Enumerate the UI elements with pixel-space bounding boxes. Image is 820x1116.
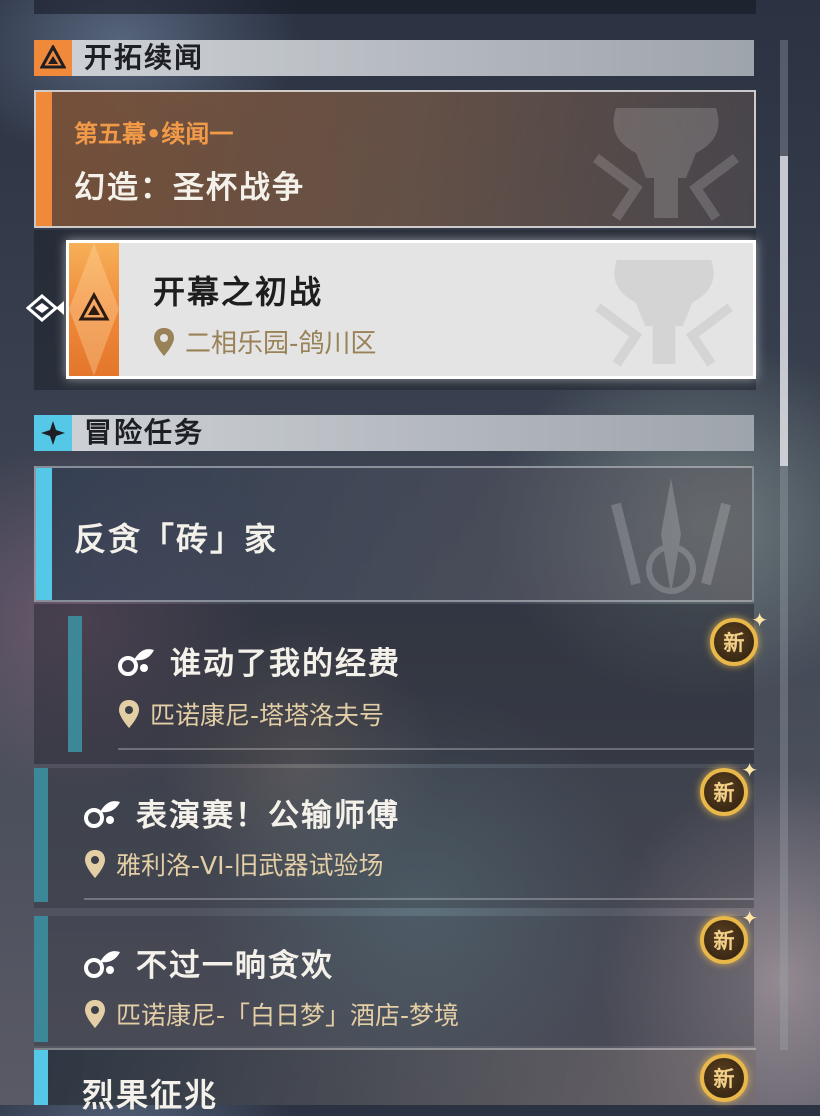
row-divider	[84, 898, 754, 900]
sword-emblem-icon	[611, 478, 731, 594]
chapter-label: 第五幕•续闻一	[74, 120, 234, 148]
trailblaze-triangle-icon	[34, 40, 72, 76]
trailblaze-mission-card[interactable]: 第五幕•续闻一 幻造：圣杯战争	[34, 90, 756, 228]
new-badge: 新 ✦	[700, 758, 758, 816]
selected-quest-card[interactable]: 开幕之初战 二相乐园-鸽川区	[66, 240, 756, 379]
quest-location: 雅利洛-VI-旧武器试验场	[84, 846, 384, 882]
sparkle-icon: ✦	[751, 608, 768, 632]
card-accent-bar	[36, 468, 52, 600]
sparkle-icon: ✦	[741, 906, 758, 930]
quest-name: 谁动了我的经费	[170, 646, 401, 682]
quest-row[interactable]: 谁动了我的经费 匹诺康尼-塔塔洛夫号 新 ✦	[34, 604, 768, 764]
quest-location: 匹诺康尼-塔塔洛夫号	[118, 696, 384, 732]
card-accent-bar	[36, 92, 52, 226]
new-badge: 新 ✦	[710, 608, 768, 666]
location-text: 二相乐园-鸽川区	[185, 329, 377, 359]
location-pin-icon	[85, 1000, 105, 1028]
quest-name: 不过一晌贪欢	[136, 948, 334, 984]
new-badge: 新 ✦	[700, 906, 758, 964]
grail-emblem-icon	[595, 260, 733, 367]
quest-accent-bar	[34, 916, 48, 1042]
adventure-star-icon	[34, 415, 72, 451]
adventure-quest-icon	[84, 800, 120, 828]
quest-location: 匹诺康尼-「白日梦」酒店-梦境	[84, 996, 459, 1032]
location-pin-icon	[154, 327, 174, 356]
mission-name: 烈果征兆	[82, 1076, 219, 1114]
section-title: 开拓续闻	[84, 41, 205, 74]
quest-accent-bar	[34, 768, 48, 902]
new-badge: 新	[700, 1054, 748, 1102]
quest-title: 表演赛！公输师傅	[84, 790, 400, 835]
mission-name: 反贪「砖」家	[74, 520, 279, 558]
scrollbar-thumb[interactable]	[780, 156, 788, 466]
section-title: 冒险任务	[84, 416, 205, 449]
adventure-mission-card[interactable]: 反贪「砖」家	[34, 466, 754, 602]
grail-emblem-icon	[593, 108, 739, 221]
location-text: 匹诺康尼-「白日梦」酒店-梦境	[116, 1001, 460, 1030]
quest-row[interactable]: 表演赛！公输师傅 雅利洛-VI-旧武器试验场 新 ✦	[34, 758, 758, 908]
location-pin-icon	[85, 850, 105, 878]
quest-name: 开幕之初战	[153, 273, 324, 311]
quest-title: 不过一晌贪欢	[84, 940, 334, 985]
quest-name: 表演赛！公输师傅	[136, 798, 400, 834]
mission-name: 幻造：圣杯战争	[74, 170, 305, 206]
sparkle-icon: ✦	[741, 758, 758, 782]
adventure-mission-card-partial[interactable]: 烈果征兆 新	[34, 1048, 756, 1114]
adventure-quest-icon	[84, 950, 120, 978]
location-pin-icon	[119, 700, 139, 728]
location-text: 雅利洛-VI-旧武器试验场	[116, 851, 384, 880]
section-header-adventure: 冒险任务	[34, 415, 754, 451]
trailblaze-triangle-icon	[69, 243, 119, 376]
selection-pointer-icon	[26, 294, 64, 322]
top-list-edge	[34, 0, 756, 14]
quest-location: 二相乐园-鸽川区	[153, 323, 376, 360]
adventure-quest-icon	[118, 648, 154, 676]
quest-type-tile	[69, 243, 119, 376]
row-divider	[118, 748, 754, 750]
section-header-trailblaze: 开拓续闻	[34, 40, 754, 76]
location-text: 匹诺康尼-塔塔洛夫号	[150, 701, 385, 730]
card-accent-bar	[34, 1050, 48, 1105]
quest-row[interactable]: 不过一晌贪欢 匹诺康尼-「白日梦」酒店-梦境 新 ✦	[34, 906, 758, 1046]
quest-accent-bar	[68, 616, 82, 752]
quest-title: 谁动了我的经费	[118, 638, 401, 683]
